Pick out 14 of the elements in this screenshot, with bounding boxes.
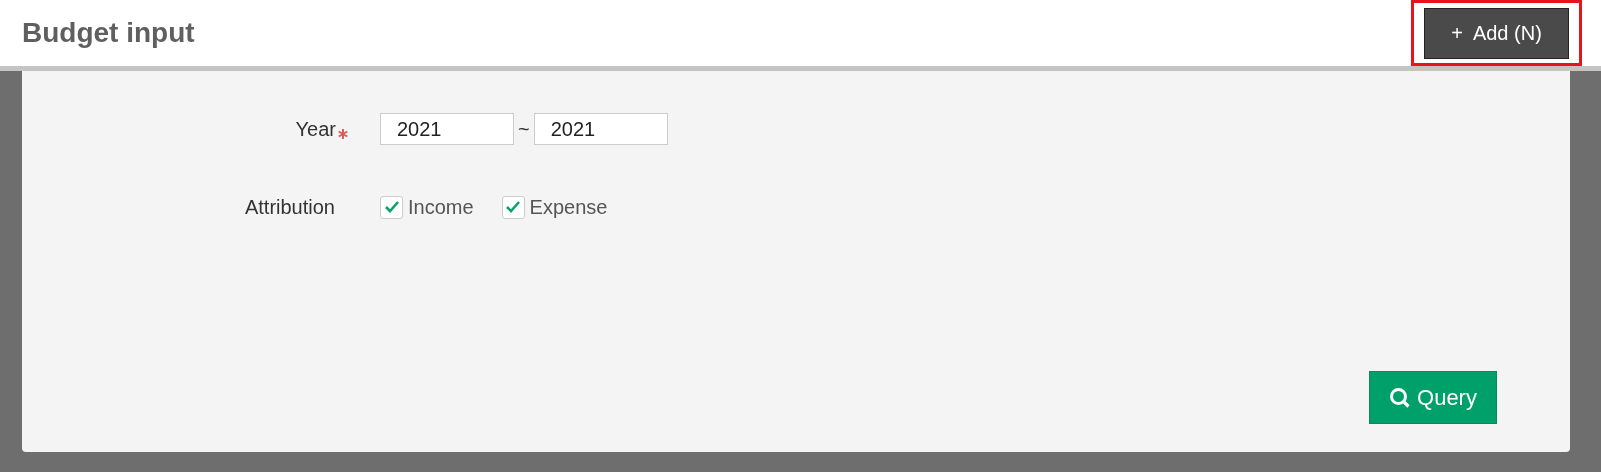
range-separator: ~ — [518, 117, 530, 141]
checkbox-label: Income — [408, 195, 474, 219]
checkbox-label: Expense — [529, 195, 608, 219]
field-label: Year — [295, 117, 336, 141]
input-field[interactable]: 2021 — [380, 113, 514, 145]
field-label: Attribution — [243, 195, 336, 219]
check-icon — [383, 200, 400, 214]
page-title: Budget input — [22, 17, 195, 49]
checkbox[interactable] — [501, 195, 525, 219]
input-field[interactable]: 2021 — [533, 113, 668, 145]
search-icon — [1389, 386, 1412, 409]
checkbox[interactable] — [380, 195, 403, 219]
add-button[interactable]: + Add (N) — [1424, 7, 1569, 59]
check-icon — [505, 200, 522, 214]
